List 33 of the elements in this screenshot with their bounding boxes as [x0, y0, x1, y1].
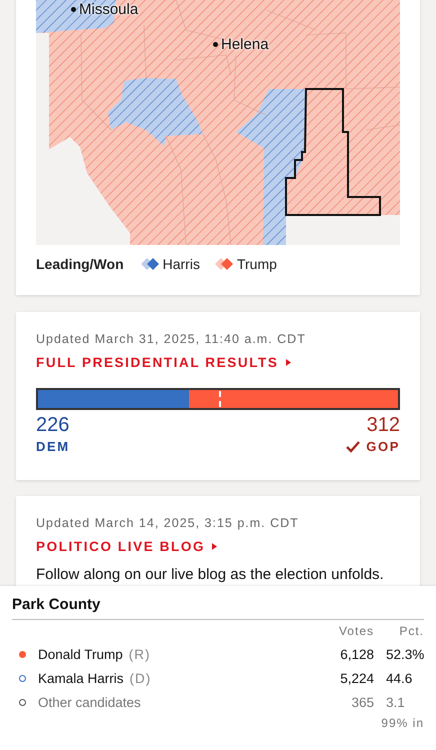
- vote-count: 365: [350, 695, 374, 710]
- caret-icon: [286, 359, 291, 366]
- city-label: Missoula: [79, 1, 138, 18]
- party-abbreviation: (D): [130, 671, 152, 686]
- live-blog-link[interactable]: POLITICO LIVE BLOG: [36, 539, 218, 554]
- precincts-reporting: 99% in: [380, 716, 424, 730]
- vote-count: 5,224: [339, 671, 374, 686]
- vote-count: 6,128: [339, 647, 374, 662]
- dem-party-label: DEM: [36, 439, 70, 454]
- legend-label: Trump: [236, 256, 277, 272]
- blog-description: Follow along on our live blog as the election unfolds.: [36, 566, 385, 583]
- dem-electoral-count: 226: [36, 414, 70, 437]
- updated-timestamp: Updated March 14, 2025, 3:15 p.m. CDT: [36, 516, 300, 530]
- city-dot-icon: [213, 42, 218, 47]
- caret-icon: [212, 543, 218, 550]
- legend-label: Harris: [162, 256, 200, 272]
- updated-timestamp: Updated March 31, 2025, 11:40 a.m. CDT: [36, 332, 307, 346]
- column-header: Votes: [338, 624, 374, 638]
- vote-percentage: 3.1: [385, 695, 406, 710]
- legend-title: Leading/Won: [36, 256, 124, 272]
- results-link[interactable]: FULL PRESIDENTIAL RESULTS: [36, 355, 291, 370]
- candidate-name: Other candidates: [38, 695, 141, 710]
- county-name: Park County: [12, 596, 102, 613]
- candidate-name: Donald Trump: [38, 647, 123, 662]
- vote-percentage: 44.6: [385, 671, 414, 686]
- gop-electoral-count: 312: [366, 414, 400, 437]
- party-abbreviation: (R): [128, 647, 151, 662]
- city-dot-icon: [71, 7, 76, 12]
- gop-party-label: GOP: [346, 439, 400, 454]
- column-header: Pct.: [398, 624, 424, 638]
- vote-percentage: 52.3%: [385, 647, 424, 662]
- city-label: Helena: [221, 36, 269, 53]
- candidate-name: Kamala Harris: [38, 671, 124, 686]
